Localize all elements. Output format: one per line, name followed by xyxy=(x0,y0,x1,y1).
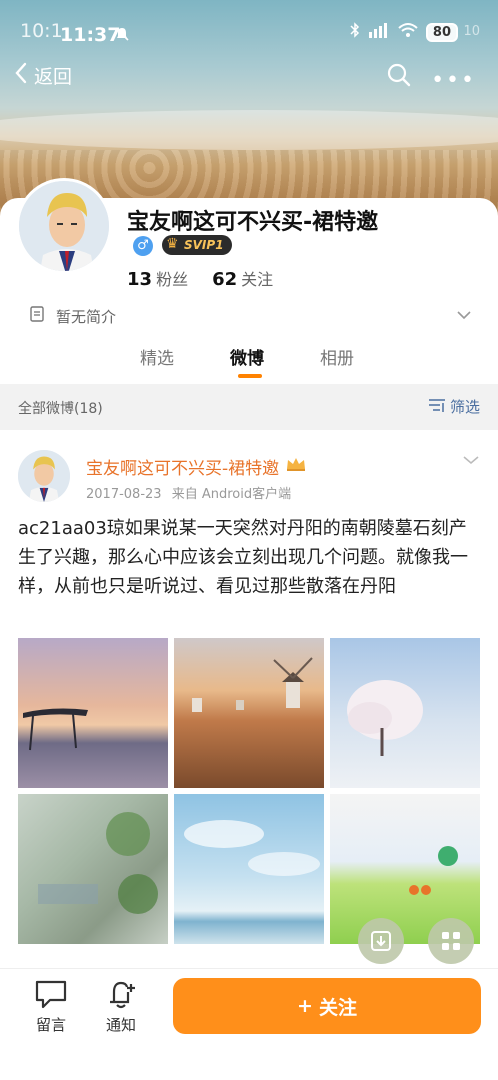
profile-name: 宝友啊这可不兴买-裙特邀 xyxy=(127,210,379,235)
comment-icon xyxy=(34,980,68,1014)
post-image-1[interactable] xyxy=(18,638,168,788)
crown-icon: ♛ xyxy=(166,236,179,252)
post-text[interactable]: ac21aa03琼如果说某一天突然对丹阳的南朝陵墓石刻产生了兴趣，那么心中应该会… xyxy=(18,514,484,601)
crown-badge-icon xyxy=(285,456,307,477)
grid-menu-button[interactable] xyxy=(428,918,474,964)
banner-wave xyxy=(0,110,498,150)
document-icon xyxy=(28,305,46,327)
battery-ghost: 10 xyxy=(463,24,480,39)
avatar[interactable] xyxy=(16,178,112,274)
post-meta: 2017-08-23 来自 Android客户端 xyxy=(86,483,291,502)
bell-off-icon xyxy=(114,26,130,46)
more-icon[interactable]: ••• xyxy=(431,70,476,92)
post-author-name: 宝友啊这可不兴买-裙特邀 xyxy=(86,459,280,479)
profile-intro[interactable]: 暂无简介 xyxy=(28,304,478,328)
post-source: 来自 Android客户端 xyxy=(171,487,292,502)
back-label: 返回 xyxy=(34,66,73,88)
all-weibo-label[interactable]: 全部微博(18) xyxy=(18,398,103,418)
profile-tabs: 精选 微博 相册 xyxy=(0,340,498,384)
profile-stats: 13 粉丝 62 关注 xyxy=(127,266,273,290)
intro-text: 暂无简介 xyxy=(56,307,117,326)
tab-album[interactable]: 相册 xyxy=(320,344,354,369)
post-date: 2017-08-23 xyxy=(86,487,162,502)
follow-button[interactable]: + 关注 xyxy=(173,978,481,1034)
download-button[interactable] xyxy=(358,918,404,964)
filter-button[interactable]: 筛选 xyxy=(428,396,480,417)
wifi-icon xyxy=(398,22,418,42)
filter-label: 筛选 xyxy=(449,398,480,416)
search-icon[interactable] xyxy=(386,62,412,88)
post-image-4[interactable] xyxy=(18,794,168,944)
svip-label: SVIP1 xyxy=(184,238,224,252)
fans-count: 13 xyxy=(127,269,153,290)
status-time: 11:37 xyxy=(60,24,121,46)
fans-label: 粉丝 xyxy=(156,270,189,289)
status-bar: 10:1 11:37 80 10 xyxy=(0,0,498,52)
post-image-5[interactable] xyxy=(174,794,324,944)
tab-weibo[interactable]: 微博 xyxy=(230,344,264,369)
svip-badge[interactable]: ♛ SVIP1 xyxy=(162,235,232,255)
plus-icon: + xyxy=(297,995,313,1017)
following-count: 62 xyxy=(212,269,238,290)
chevron-down-icon[interactable] xyxy=(462,450,480,469)
fans-stat[interactable]: 13 粉丝 xyxy=(127,266,188,290)
post-image-3[interactable] xyxy=(330,638,480,788)
comment-button[interactable]: 留言 xyxy=(26,978,76,1035)
following-stat[interactable]: 62 关注 xyxy=(212,266,273,290)
notify-button[interactable]: 通知 xyxy=(96,978,146,1035)
back-button[interactable]: 返回 xyxy=(14,62,72,89)
follow-label: 关注 xyxy=(318,996,357,1019)
post-image-2[interactable] xyxy=(174,638,324,788)
tab-active-indicator xyxy=(238,374,262,378)
chevron-down-icon[interactable] xyxy=(456,305,472,324)
tab-featured[interactable]: 精选 xyxy=(140,344,174,369)
comment-label: 留言 xyxy=(35,1016,66,1034)
chevron-left-icon xyxy=(14,62,28,89)
gender-male-icon: ♂ xyxy=(133,236,153,256)
nav-bar: 返回 ••• xyxy=(0,58,498,98)
battery-indicator: 80 xyxy=(425,22,458,42)
filter-icon xyxy=(428,397,446,417)
following-label: 关注 xyxy=(241,270,274,289)
bell-plus-icon xyxy=(104,981,138,1014)
post-author[interactable]: 宝友啊这可不兴买-裙特邀 xyxy=(86,454,307,479)
notify-label: 通知 xyxy=(105,1016,136,1034)
bluetooth-icon xyxy=(350,22,360,42)
post-image-grid xyxy=(18,638,480,946)
post-avatar[interactable] xyxy=(18,450,70,502)
signal-icon xyxy=(368,22,390,42)
status-time-ghost: 10:1 xyxy=(20,20,63,42)
